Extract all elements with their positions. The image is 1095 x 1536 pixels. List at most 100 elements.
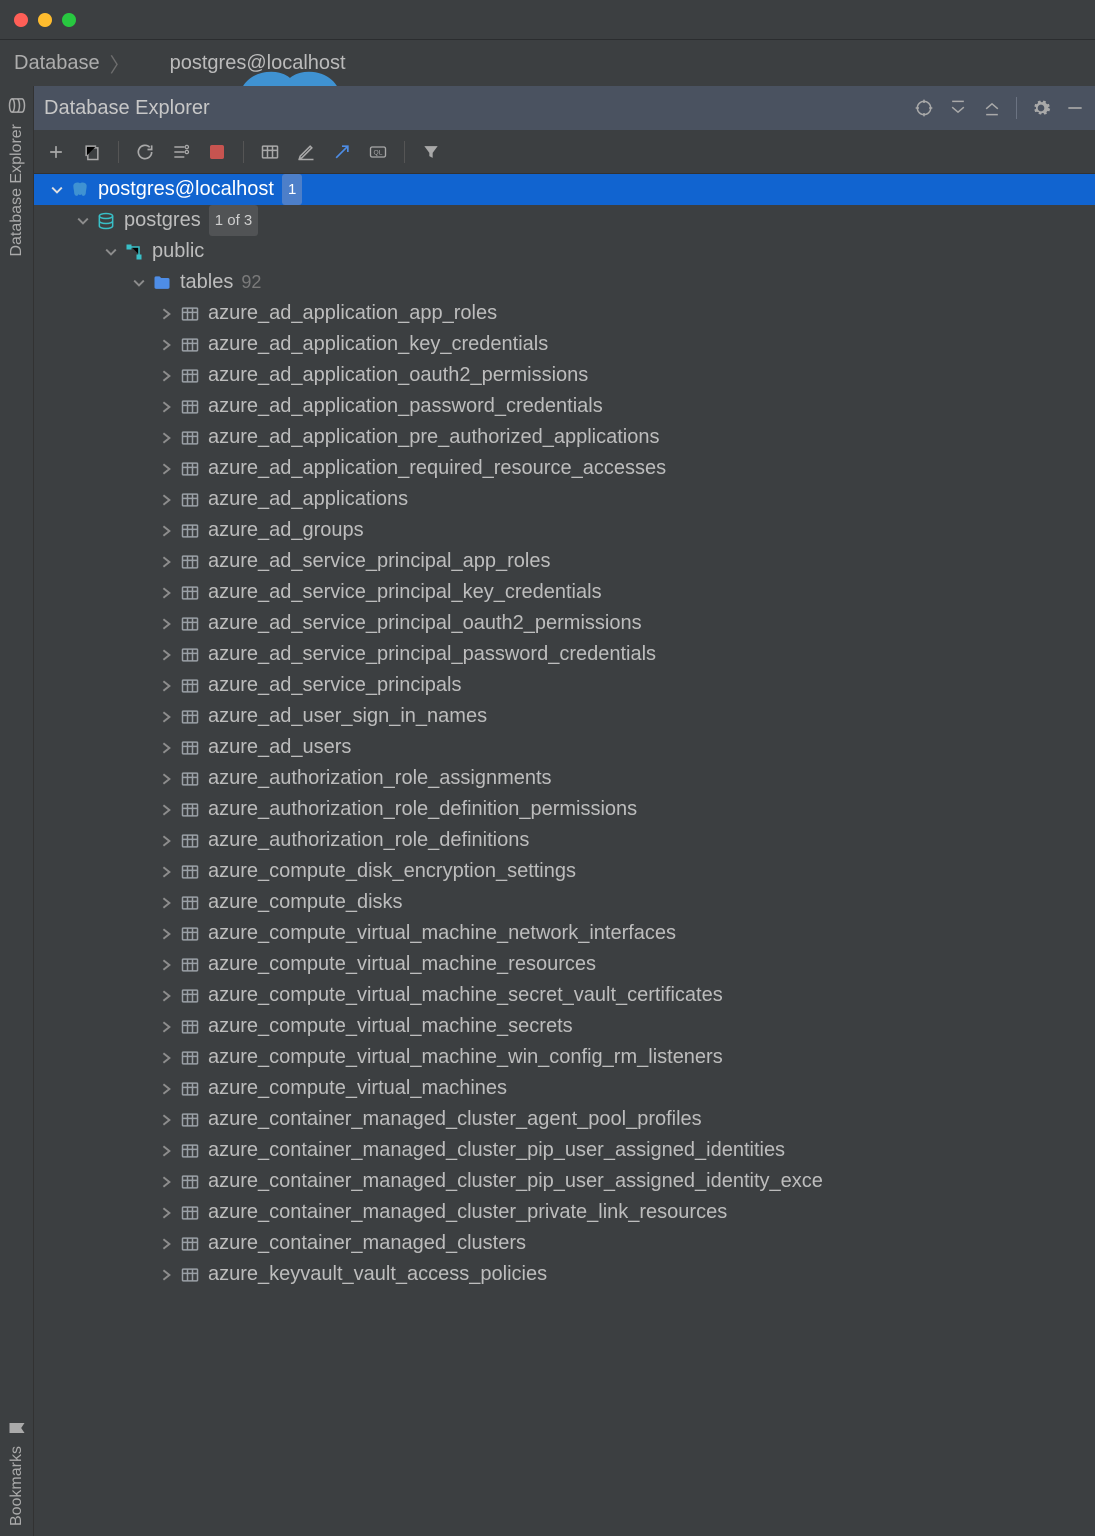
tree-table-item[interactable]: azure_ad_application_key_credentials <box>34 329 1095 360</box>
tree-table-item[interactable]: azure_authorization_role_assignments <box>34 763 1095 794</box>
tree-table-item[interactable]: azure_ad_application_pre_authorized_appl… <box>34 422 1095 453</box>
edit-icon[interactable] <box>296 142 316 162</box>
tree-table-item[interactable]: azure_compute_disk_encryption_settings <box>34 856 1095 887</box>
chevron-right-icon[interactable] <box>158 1018 176 1036</box>
chevron-right-icon[interactable] <box>158 1266 176 1284</box>
gutter-tab-database-explorer[interactable]: Database Explorer <box>7 96 27 257</box>
tree-schema[interactable]: public <box>34 236 1095 267</box>
refresh-icon[interactable] <box>135 142 155 162</box>
chevron-right-icon[interactable] <box>158 832 176 850</box>
tree-database-label: postgres <box>124 205 201 236</box>
chevron-right-icon[interactable] <box>158 1049 176 1067</box>
tree-table-item[interactable]: azure_authorization_role_definition_perm… <box>34 794 1095 825</box>
traffic-minimize-icon[interactable] <box>38 13 52 27</box>
tree-table-item[interactable]: azure_authorization_role_definitions <box>34 825 1095 856</box>
tree-table-item[interactable]: azure_ad_service_principal_app_roles <box>34 546 1095 577</box>
chevron-right-icon[interactable] <box>158 956 176 974</box>
tree-table-item[interactable]: azure_ad_application_password_credential… <box>34 391 1095 422</box>
chevron-right-icon[interactable] <box>158 925 176 943</box>
table-icon <box>180 1110 200 1130</box>
chevron-right-icon[interactable] <box>158 367 176 385</box>
tree-table-item[interactable]: azure_container_managed_cluster_agent_po… <box>34 1104 1095 1135</box>
chevron-right-icon[interactable] <box>158 677 176 695</box>
duplicate-icon[interactable] <box>82 142 102 162</box>
tree-table-item[interactable]: azure_ad_users <box>34 732 1095 763</box>
chevron-right-icon[interactable] <box>158 553 176 571</box>
expand-all-icon[interactable] <box>948 98 968 118</box>
chevron-right-icon[interactable] <box>158 801 176 819</box>
chevron-right-icon[interactable] <box>158 1204 176 1222</box>
chevron-right-icon[interactable] <box>158 770 176 788</box>
new-icon[interactable] <box>46 142 66 162</box>
tree-table-item[interactable]: azure_ad_user_sign_in_names <box>34 701 1095 732</box>
scroll-to-source-icon[interactable] <box>914 98 934 118</box>
tree-database[interactable]: postgres 1 of 3 <box>34 205 1095 236</box>
tree-table-item[interactable]: azure_ad_application_app_roles <box>34 298 1095 329</box>
chevron-down-icon[interactable] <box>48 181 66 199</box>
chevron-right-icon[interactable] <box>158 1111 176 1129</box>
query-console-icon[interactable] <box>368 142 388 162</box>
hide-panel-icon[interactable] <box>1065 98 1085 118</box>
chevron-right-icon[interactable] <box>158 739 176 757</box>
chevron-right-icon[interactable] <box>158 894 176 912</box>
tree-table-item[interactable]: azure_ad_service_principal_oauth2_permis… <box>34 608 1095 639</box>
chevron-down-icon[interactable] <box>102 243 120 261</box>
tree-table-item[interactable]: azure_container_managed_clusters <box>34 1228 1095 1259</box>
jump-to-query-icon[interactable] <box>332 142 352 162</box>
tree-table-item[interactable]: azure_compute_virtual_machine_win_config… <box>34 1042 1095 1073</box>
chevron-down-icon[interactable] <box>130 274 148 292</box>
collapse-all-icon[interactable] <box>982 98 1002 118</box>
breadcrumb-root[interactable]: Database <box>14 52 100 75</box>
table-icon <box>180 769 200 789</box>
chevron-right-icon[interactable] <box>158 305 176 323</box>
tree-tables-folder[interactable]: tables 92 <box>34 267 1095 298</box>
tree-table-item[interactable]: azure_compute_virtual_machine_secret_vau… <box>34 980 1095 1011</box>
chevron-right-icon[interactable] <box>158 615 176 633</box>
chevron-right-icon[interactable] <box>158 522 176 540</box>
tree-table-item[interactable]: azure_compute_virtual_machine_secrets <box>34 1011 1095 1042</box>
tree-table-item[interactable]: azure_ad_service_principals <box>34 670 1095 701</box>
tree-table-item[interactable]: azure_compute_virtual_machines <box>34 1073 1095 1104</box>
table-view-icon[interactable] <box>260 142 280 162</box>
tree-table-label: azure_compute_disk_encryption_settings <box>208 856 576 887</box>
tree-table-item[interactable]: azure_compute_virtual_machine_network_in… <box>34 918 1095 949</box>
chevron-down-icon[interactable] <box>74 212 92 230</box>
gutter-tab-bookmarks[interactable]: Bookmarks <box>7 1418 27 1526</box>
gear-icon[interactable] <box>1031 98 1051 118</box>
tree-table-item[interactable]: azure_ad_application_required_resource_a… <box>34 453 1095 484</box>
filter-icon[interactable] <box>421 142 441 162</box>
tree-table-item[interactable]: azure_container_managed_cluster_pip_user… <box>34 1166 1095 1197</box>
chevron-right-icon[interactable] <box>158 1080 176 1098</box>
tree-table-item[interactable]: azure_compute_disks <box>34 887 1095 918</box>
chevron-right-icon[interactable] <box>158 336 176 354</box>
tree-connection[interactable]: postgres@localhost 1 <box>34 174 1095 205</box>
tree-table-item[interactable]: azure_ad_application_oauth2_permissions <box>34 360 1095 391</box>
chevron-right-icon[interactable] <box>158 398 176 416</box>
chevron-right-icon[interactable] <box>158 646 176 664</box>
tree-table-item[interactable]: azure_ad_service_principal_key_credentia… <box>34 577 1095 608</box>
database-tree[interactable]: postgres@localhost 1 postgres 1 of 3 pub… <box>34 174 1095 1536</box>
tree-table-item[interactable]: azure_keyvault_vault_access_policies <box>34 1259 1095 1290</box>
tree-table-item[interactable]: azure_ad_applications <box>34 484 1095 515</box>
tree-table-label: azure_compute_virtual_machine_network_in… <box>208 918 676 949</box>
chevron-right-icon[interactable] <box>158 460 176 478</box>
chevron-right-icon[interactable] <box>158 1173 176 1191</box>
traffic-close-icon[interactable] <box>14 13 28 27</box>
chevron-right-icon[interactable] <box>158 863 176 881</box>
chevron-right-icon[interactable] <box>158 1142 176 1160</box>
tree-table-item[interactable]: azure_ad_service_principal_password_cred… <box>34 639 1095 670</box>
chevron-right-icon[interactable] <box>158 708 176 726</box>
tree-table-item[interactable]: azure_ad_groups <box>34 515 1095 546</box>
stop-icon[interactable] <box>207 142 227 162</box>
tree-table-item[interactable]: azure_container_managed_cluster_private_… <box>34 1197 1095 1228</box>
chevron-right-icon[interactable] <box>158 429 176 447</box>
data-source-properties-icon[interactable] <box>171 142 191 162</box>
tree-table-item[interactable]: azure_container_managed_cluster_pip_user… <box>34 1135 1095 1166</box>
chevron-right-icon[interactable] <box>158 1235 176 1253</box>
tree-table-item[interactable]: azure_compute_virtual_machine_resources <box>34 949 1095 980</box>
traffic-zoom-icon[interactable] <box>62 13 76 27</box>
chevron-right-icon[interactable] <box>158 491 176 509</box>
breadcrumb-leaf[interactable]: postgres@localhost <box>170 52 346 75</box>
chevron-right-icon[interactable] <box>158 987 176 1005</box>
chevron-right-icon[interactable] <box>158 584 176 602</box>
